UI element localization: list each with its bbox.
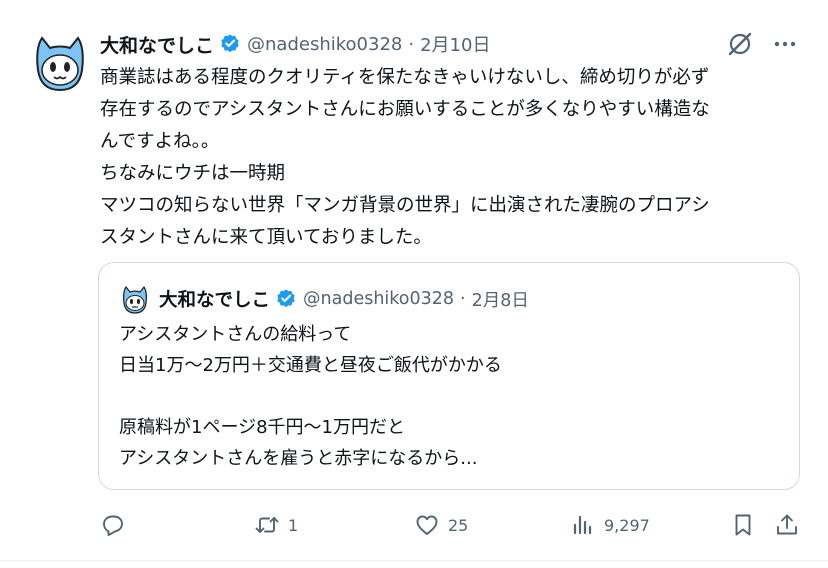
views-button[interactable]: 9,297 xyxy=(570,504,650,546)
action-bar: 1 25 9,297 xyxy=(0,504,828,546)
verified-badge-icon xyxy=(277,289,295,308)
more-icon[interactable] xyxy=(772,31,798,57)
quoted-text-line: アシスタントさんの給料って xyxy=(119,324,352,345)
quoted-text-line: 原稿料が1ページ8千円〜1万円だと xyxy=(119,417,405,438)
tweet-text-line: スタントさんに来て頂いておりました。 xyxy=(100,227,432,248)
header-separator: · xyxy=(408,33,415,55)
verified-badge-icon xyxy=(221,34,239,53)
like-count: 25 xyxy=(448,515,469,535)
views-count: 9,297 xyxy=(604,515,650,535)
tweet-text-line: ちなみにウチは一時期 xyxy=(100,163,286,184)
retweet-icon xyxy=(255,517,279,533)
tweet-header: 大和なでしこ @nadeshiko0328 · 2月10日 xyxy=(100,30,490,58)
retweet-button[interactable]: 1 xyxy=(254,504,298,546)
share-icon xyxy=(777,514,797,535)
top-actions xyxy=(726,30,798,58)
author-name[interactable]: 大和なでしこ xyxy=(100,31,214,58)
quoted-text-line: アシスタントさんを雇うと赤字になるから... xyxy=(119,448,478,469)
tweet-card[interactable]: 大和なでしこ @nadeshiko0328 · 2月10日 商業誌はある程度のク… xyxy=(0,0,828,568)
heart-icon xyxy=(416,515,438,535)
tweet-date[interactable]: 2月10日 xyxy=(420,31,490,57)
bottom-divider xyxy=(0,560,828,561)
quoted-tweet-header: 大和なでしこ @nadeshiko0328 · 2月8日 xyxy=(159,285,529,313)
quoted-author-avatar[interactable] xyxy=(119,283,151,315)
quoted-tweet[interactable]: 大和なでしこ @nadeshiko0328 · 2月8日 アシスタントさんの給料… xyxy=(98,262,800,490)
quoted-author-name[interactable]: 大和なでしこ xyxy=(159,286,270,312)
author-handle[interactable]: @nadeshiko0328 xyxy=(247,34,402,55)
quoted-tweet-date[interactable]: 2月8日 xyxy=(472,287,529,312)
retweet-count: 1 xyxy=(288,515,299,535)
reply-button[interactable] xyxy=(100,504,134,546)
bookmark-icon xyxy=(735,514,751,536)
quoted-text-line xyxy=(119,381,779,412)
tweet-text-line: 存在するのでアシスタントさんにお願いすることが多くなりやすい構造な xyxy=(100,99,710,120)
grok-icon[interactable] xyxy=(726,30,754,58)
tweet-text: 商業誌はある程度のクオリティを保たなきゃいけないし、締め切りが必ず 存在するので… xyxy=(100,62,810,254)
bookmark-button[interactable] xyxy=(730,504,756,546)
author-avatar[interactable] xyxy=(28,30,92,94)
views-icon xyxy=(573,515,592,535)
tweet-text-line: んですよね。。 xyxy=(100,131,220,152)
tweet-text-line: 商業誌はある程度のクオリティを保たなきゃいけないし、締め切りが必ず xyxy=(100,67,710,88)
reply-icon xyxy=(103,515,123,536)
like-button[interactable]: 25 xyxy=(414,504,468,546)
share-button[interactable] xyxy=(774,504,800,546)
quoted-text-line: 日当1万〜2万円＋交通費と昼夜ご飯代がかかる xyxy=(119,355,502,376)
quoted-tweet-text: アシスタントさんの給料って 日当1万〜2万円＋交通費と昼夜ご飯代がかかる 原稿料… xyxy=(119,319,779,474)
quoted-header-separator: · xyxy=(460,289,466,309)
quoted-author-handle[interactable]: @nadeshiko0328 xyxy=(303,289,454,309)
tweet-text-line: マツコの知らない世界「マンガ背景の世界」に出演された凄腕のプロアシ xyxy=(100,195,710,216)
